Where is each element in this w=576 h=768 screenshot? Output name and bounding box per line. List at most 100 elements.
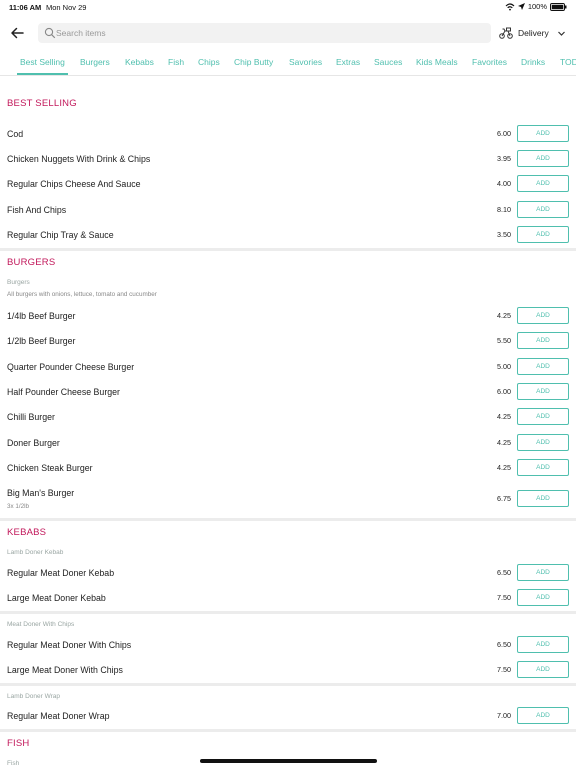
delivery-label: Delivery (518, 28, 549, 38)
tab-extras[interactable]: Extras (336, 50, 360, 75)
add-button[interactable]: ADD (517, 125, 569, 142)
top-bar: Delivery (0, 18, 576, 48)
status-right: 100% (505, 2, 567, 11)
add-button[interactable]: ADD (517, 307, 569, 324)
add-button[interactable]: ADD (517, 589, 569, 606)
item-price: 7.00 (497, 711, 511, 720)
item-name: Doner Burger (7, 438, 60, 448)
group-label: Burgers (7, 279, 30, 286)
item-name: Big Man's Burger (7, 488, 75, 498)
add-button[interactable]: ADD (517, 661, 569, 678)
item-price: 4.25 (497, 438, 511, 447)
add-button[interactable]: ADD (517, 490, 569, 507)
tab-tod[interactable]: TOD (560, 50, 576, 75)
tab-savories[interactable]: Savories (289, 50, 322, 75)
item-price: 6.50 (497, 568, 511, 577)
tab-drinks[interactable]: Drinks (521, 50, 545, 75)
item-price: 3.50 (497, 230, 511, 239)
item-name: Regular Chips Cheese And Sauce (7, 179, 141, 189)
add-button[interactable]: ADD (517, 707, 569, 724)
status-time: 11:06 AM (9, 3, 42, 12)
item-subtitle: 3x 1/2lb (7, 503, 30, 510)
item-name: Chicken Nuggets With Drink & Chips (7, 154, 151, 164)
item-name: 1/2lb Beef Burger (7, 336, 76, 346)
item-name: Regular Meat Doner Wrap (7, 711, 110, 721)
item-name: Quarter Pounder Cheese Burger (7, 362, 135, 372)
item-price: 8.10 (497, 205, 511, 214)
add-button[interactable]: ADD (517, 564, 569, 581)
delivery-selector[interactable]: Delivery (499, 25, 566, 41)
section-divider (0, 729, 576, 732)
item-name: 1/4lb Beef Burger (7, 311, 76, 321)
add-button[interactable]: ADD (517, 175, 569, 192)
status-date: Mon Nov 29 (46, 3, 87, 12)
add-button[interactable]: ADD (517, 383, 569, 400)
back-arrow-icon[interactable] (8, 24, 26, 42)
item-name: Regular Chip Tray & Sauce (7, 230, 114, 240)
item-price: 5.50 (497, 336, 511, 345)
group-divider (0, 683, 576, 686)
item-price: 4.25 (497, 412, 511, 421)
item-name: Regular Meat Doner Kebab (7, 568, 115, 578)
tab-sauces[interactable]: Sauces (374, 50, 402, 75)
item-price: 6.75 (497, 494, 511, 503)
item-price: 4.25 (497, 463, 511, 472)
item-name: Fish And Chips (7, 205, 67, 215)
group-label: Lamb Doner Kebab (7, 549, 64, 556)
add-button[interactable]: ADD (517, 358, 569, 375)
menu-content: BEST SELLING Cod 6.00 ADD Chicken Nugget… (0, 76, 576, 768)
add-button[interactable]: ADD (517, 201, 569, 218)
item-name: Chicken Steak Burger (7, 463, 93, 473)
location-arrow-icon (517, 3, 525, 10)
item-name: Half Pounder Cheese Burger (7, 387, 120, 397)
add-button[interactable]: ADD (517, 332, 569, 349)
item-price: 6.00 (497, 387, 511, 396)
chevron-down-icon (557, 31, 565, 36)
item-price: 5.00 (497, 362, 511, 371)
home-indicator (200, 759, 377, 763)
search-input[interactable] (56, 25, 486, 41)
add-button[interactable]: ADD (517, 408, 569, 425)
item-name: Large Meat Doner Kebab (7, 593, 106, 603)
item-price: 4.25 (497, 311, 511, 320)
wifi-icon (505, 2, 515, 10)
group-divider (0, 611, 576, 614)
battery-percent: 100% (527, 2, 547, 11)
add-button[interactable]: ADD (517, 434, 569, 451)
tab-chips[interactable]: Chips (198, 50, 220, 75)
item-price: 3.95 (497, 154, 511, 163)
section-divider (0, 518, 576, 521)
item-price: 7.50 (497, 665, 511, 674)
tab-best-selling[interactable]: Best Selling (17, 50, 68, 75)
item-name: Cod (7, 129, 24, 139)
group-label: Meat Doner With Chips (7, 621, 75, 628)
item-price: 6.00 (497, 129, 511, 138)
item-name: Regular Meat Doner With Chips (7, 640, 132, 650)
add-button[interactable]: ADD (517, 226, 569, 243)
add-button[interactable]: ADD (517, 150, 569, 167)
tab-fish[interactable]: Fish (168, 50, 184, 75)
group-label: Fish (7, 760, 20, 767)
category-tabs: Best Selling Burgers Kebabs Fish Chips C… (0, 50, 576, 76)
item-price: 7.50 (497, 593, 511, 602)
search-bar[interactable] (38, 23, 491, 43)
item-name: Chilli Burger (7, 412, 55, 422)
section-title-best-selling: BEST SELLING (7, 98, 77, 109)
status-bar: 11:06 AM Mon Nov 29 100% (0, 0, 576, 14)
tab-favorites[interactable]: Favorites (472, 50, 507, 75)
section-title-fish: FISH (7, 738, 30, 749)
delivery-bike-icon (499, 27, 513, 39)
item-price: 4.00 (497, 179, 511, 188)
tab-chip-butty[interactable]: Chip Butty (234, 50, 273, 75)
group-description: All burgers with onions, lettuce, tomato… (7, 291, 157, 298)
tab-burgers[interactable]: Burgers (80, 50, 110, 75)
tab-kebabs[interactable]: Kebabs (125, 50, 154, 75)
item-price: 6.50 (497, 640, 511, 649)
battery-icon (550, 2, 567, 11)
search-icon (44, 27, 56, 39)
section-title-burgers: BURGERS (7, 257, 56, 268)
group-label: Lamb Doner Wrap (7, 693, 60, 700)
add-button[interactable]: ADD (517, 459, 569, 476)
tab-kids-meals[interactable]: Kids Meals (416, 50, 458, 75)
add-button[interactable]: ADD (517, 636, 569, 653)
